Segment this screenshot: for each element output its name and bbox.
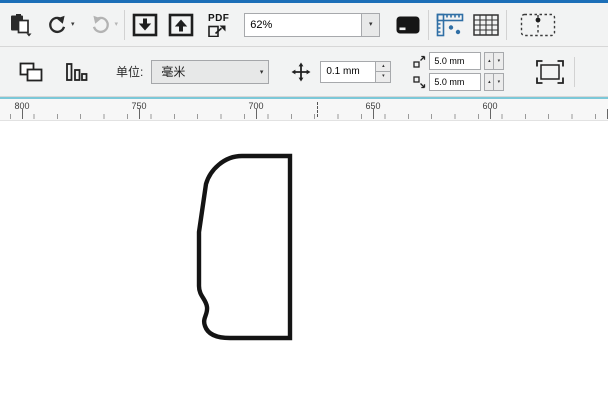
ruler-major-ticks xyxy=(0,109,608,119)
toolbar-separator xyxy=(506,9,508,40)
import-button[interactable] xyxy=(130,11,160,39)
bounding-box-icon xyxy=(536,59,565,84)
standard-toolbar: ▾ ▾ PDF 62% ▾ xyxy=(0,3,608,47)
treat-as-filled-button[interactable] xyxy=(534,58,566,86)
stepper-down-button[interactable]: ▾ xyxy=(494,52,505,70)
publish-to-pdf-button[interactable]: PDF xyxy=(205,11,232,39)
duplicate-distance-x-input[interactable] xyxy=(429,52,482,70)
overlapping-pages-icon xyxy=(19,62,43,81)
ruler-label: 650 xyxy=(365,101,381,111)
ruler-label: 800 xyxy=(14,101,30,111)
redo-dropdown-button[interactable]: ▾ xyxy=(114,21,120,28)
pdf-label: PDF xyxy=(208,12,230,24)
property-bar: 单位: 毫米 ▾ ▴ ▾ xyxy=(0,47,608,97)
undo-icon xyxy=(49,15,66,33)
units-combobox[interactable]: 毫米 ▾ xyxy=(151,59,270,84)
ruler-label: 700 xyxy=(248,101,264,111)
toolbar-separator xyxy=(428,9,430,40)
ruler-label: 750 xyxy=(131,101,147,111)
stepper-up-button[interactable]: ▴ xyxy=(484,52,495,70)
zoom-level-input[interactable] xyxy=(244,12,363,37)
units-label: 单位: xyxy=(116,65,144,79)
app-window: ▾ ▾ PDF 62% ▾ 单位: 毫米 ▾ 0.1 mm ▴ ▾ 5.0 mm… xyxy=(0,0,608,414)
guidelines-icon xyxy=(521,13,556,36)
export-icon xyxy=(168,13,194,36)
toggle-grid-button[interactable] xyxy=(471,12,501,38)
nudge-spin-buttons: ▴ ▾ xyxy=(376,60,392,83)
toolbar-separator xyxy=(574,56,576,87)
undo-dropdown-button[interactable]: ▾ xyxy=(70,21,76,28)
nudge-offset-input[interactable] xyxy=(320,60,377,83)
undo-button[interactable] xyxy=(44,13,70,37)
drawing-canvas[interactable] xyxy=(0,121,608,413)
page-orientation-button[interactable] xyxy=(62,59,90,85)
stepper-down-button[interactable]: ▾ xyxy=(494,73,505,91)
duplicate-distance-group: ▴ ▾ ▴ ▾ xyxy=(413,52,505,91)
orientation-bars-icon xyxy=(66,62,88,81)
import-icon xyxy=(132,13,158,36)
spinner-down-button[interactable]: ▾ xyxy=(376,72,392,83)
duplicate-distance-y-row: ▴ ▾ xyxy=(413,73,505,91)
nudge-cross-icon xyxy=(291,62,311,81)
toolbar-separator xyxy=(124,9,126,40)
ruler-position-marker xyxy=(317,102,318,117)
toggle-rulers-button[interactable] xyxy=(434,11,466,39)
nudge-offset-button[interactable] xyxy=(289,60,313,84)
curve-shape-object[interactable] xyxy=(0,121,608,413)
spinner-up-button[interactable]: ▴ xyxy=(376,60,392,72)
stepper-up-button[interactable]: ▴ xyxy=(484,73,495,91)
export-button[interactable] xyxy=(166,11,196,39)
duplicate-x-steppers: ▴ ▾ xyxy=(484,52,505,70)
ruler-label: 600 xyxy=(482,101,498,111)
units-value: 毫米 xyxy=(161,65,186,79)
nudge-offset-spinner: ▴ ▾ xyxy=(320,60,392,83)
duplicate-distance-x-row: ▴ ▾ xyxy=(413,52,505,70)
fullscreen-preview-icon xyxy=(396,16,420,33)
chevron-down-icon: ▾ xyxy=(259,68,264,76)
grid-icon xyxy=(473,13,499,36)
pdf-page-arrow-icon xyxy=(208,25,226,37)
paste-button[interactable] xyxy=(6,11,35,39)
duplicate-y-icon xyxy=(413,75,426,88)
zoom-level-combobox: ▾ xyxy=(244,12,381,37)
duplicate-y-steppers: ▴ ▾ xyxy=(484,73,505,91)
redo-button[interactable] xyxy=(88,13,114,37)
zoom-dropdown-button[interactable]: ▾ xyxy=(362,12,381,37)
duplicate-distance-y-input[interactable] xyxy=(429,73,482,91)
page-dimensions-button[interactable] xyxy=(16,59,46,85)
paste-icon xyxy=(11,13,32,36)
horizontal-ruler[interactable]: 800 750 700 650 600 xyxy=(0,99,608,121)
toggle-guidelines-button[interactable] xyxy=(518,11,558,39)
fullscreen-preview-button[interactable] xyxy=(393,13,423,37)
rulers-icon xyxy=(436,13,464,36)
duplicate-x-icon xyxy=(413,55,426,68)
redo-icon xyxy=(92,15,109,33)
